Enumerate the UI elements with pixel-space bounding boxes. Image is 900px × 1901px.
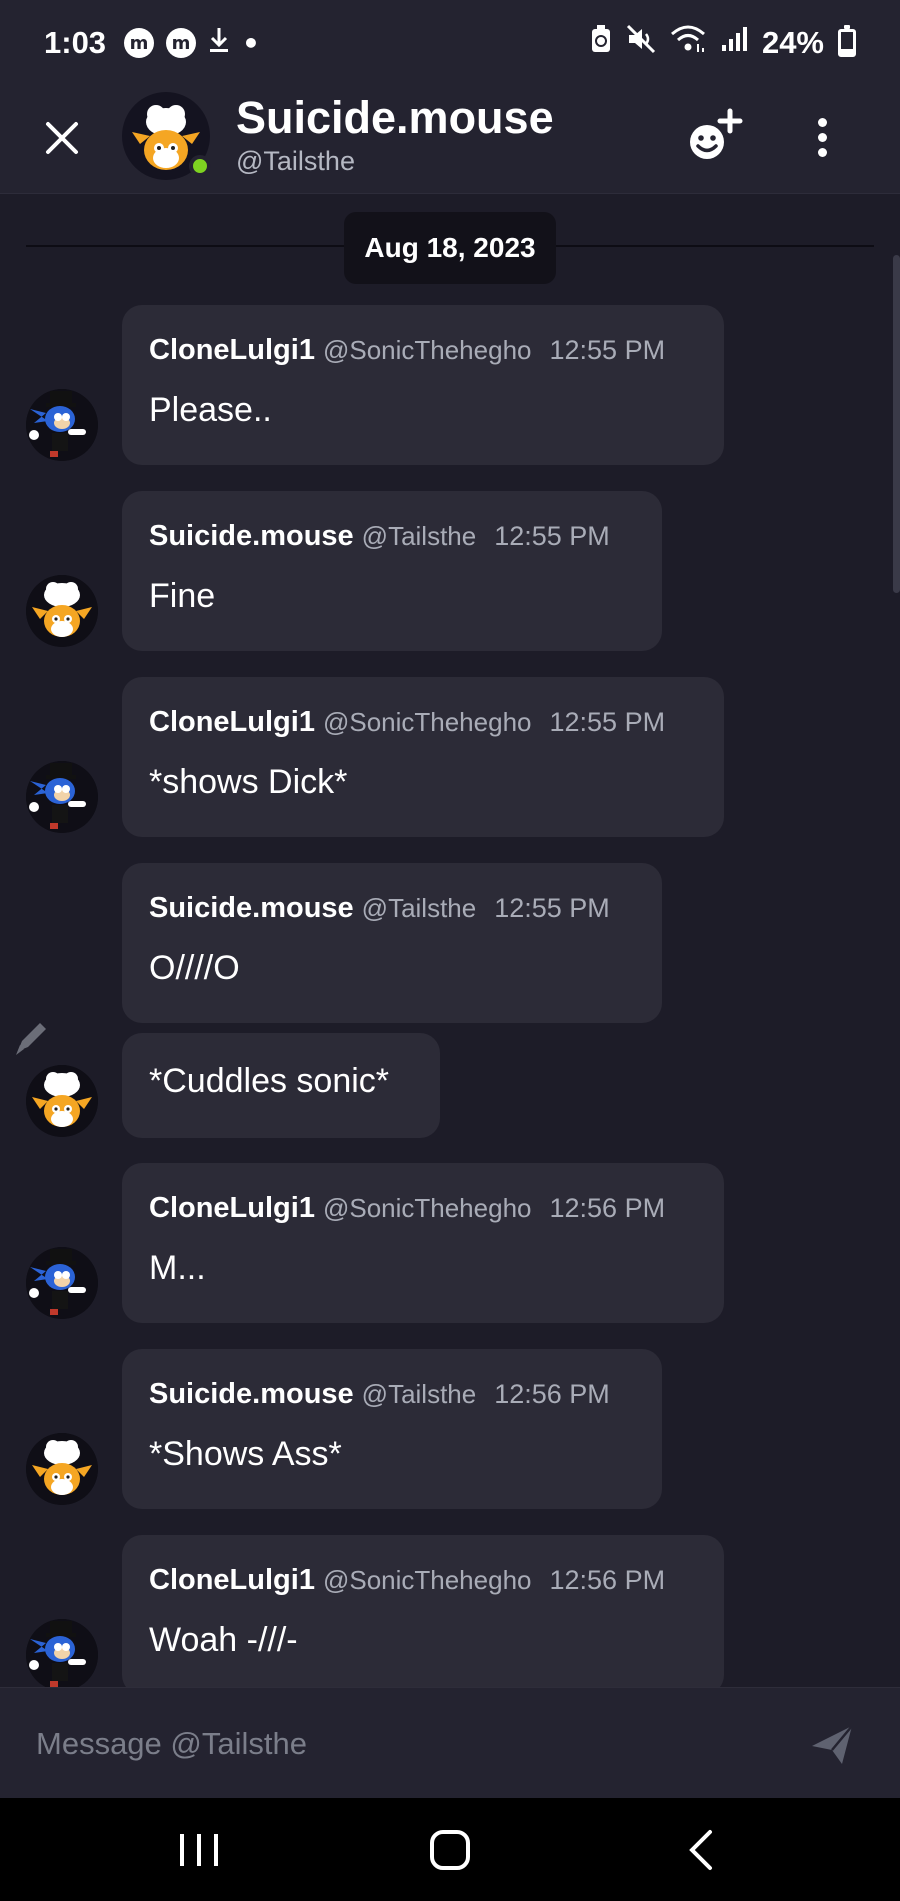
dm-title: Suicide.mouse [236,92,554,143]
battery-saver-icon [590,24,612,62]
download-icon [208,26,230,61]
avatar[interactable] [26,575,98,647]
message-row[interactable]: Suicide.mouse @Tailsthe 12:55 PM O////O [0,863,900,1023]
avatar[interactable] [26,1433,98,1505]
avatar[interactable] [26,1619,98,1687]
message-author[interactable]: CloneLulgi1 [149,1192,315,1224]
back-icon [689,1830,712,1870]
message-text: M... [149,1249,206,1287]
avatar[interactable] [26,389,98,461]
recent-apps-button[interactable] [176,1830,222,1870]
dm-header: Suicide.mouse @Tailsthe [0,86,900,194]
message-handle: @Tailsthe [361,893,477,923]
close-icon [46,122,78,154]
message-handle: @SonicThehegho [322,335,532,365]
message-list[interactable]: Aug 18, 2023 CloneLulgi1 @SonicThehegho 12… [0,195,900,1687]
system-nav-bar [0,1798,900,1901]
mute-icon [626,24,656,62]
message-bubble[interactable]: Suicide.mouse @Tailsthe 12:55 PM Fine [122,491,662,651]
message-author[interactable]: Suicide.mouse [149,1378,354,1410]
message-author[interactable]: CloneLulgi1 [149,1564,315,1596]
message-text: Woah -///- [149,1621,298,1659]
avatar[interactable] [26,761,98,833]
signal-icon [720,25,748,61]
recents-icon [180,1834,218,1866]
message-text: *Cuddles sonic* [149,1062,390,1100]
status-bar: 1:03 m m • 24% [0,0,900,86]
message-bubble[interactable]: Suicide.mouse @Tailsthe 12:56 PM *Shows As… [122,1349,662,1509]
message-text: *Shows Ass* [149,1435,342,1473]
message-time: 12:56 PM [494,1379,610,1409]
message-handle: @Tailsthe [361,521,477,551]
add-friend-button[interactable] [683,106,745,168]
m-app-icon: m [124,28,155,58]
battery-percent: 24% [761,25,824,60]
avatar[interactable] [26,1065,98,1137]
message-row[interactable]: *Cuddles sonic* [0,1033,900,1138]
avatar[interactable] [26,1247,98,1319]
pencil-icon[interactable] [10,1015,54,1059]
message-row[interactable]: Suicide.mouse @Tailsthe 12:56 PM *Shows As… [0,1349,900,1509]
online-status-dot [189,155,211,177]
message-bubble[interactable]: Suicide.mouse @Tailsthe 12:55 PM O////O [122,863,662,1023]
message-bubble[interactable]: CloneLulgi1 @SonicThehegho 12:55 PM *shows… [122,677,724,837]
back-button[interactable] [682,1828,722,1872]
battery-icon [838,25,856,57]
message-time: 12:55 PM [494,893,610,923]
send-icon [812,1725,853,1764]
m-app-icon: m [166,28,197,58]
message-author[interactable]: CloneLulgi1 [149,334,315,366]
message-author[interactable]: Suicide.mouse [149,892,354,924]
message-handle: @SonicThehegho [322,1565,532,1595]
message-time: 12:55 PM [494,521,610,551]
more-dots-icon [817,117,827,127]
message-time: 12:56 PM [549,1193,666,1223]
message-time: 12:56 PM [549,1565,666,1595]
notification-dot: • [242,26,260,60]
message-bubble[interactable]: CloneLulgi1 @SonicThehegho 12:56 PM Woah -… [122,1535,724,1687]
message-handle: @SonicThehegho [322,1193,532,1223]
send-button[interactable] [808,1720,858,1770]
message-row[interactable]: CloneLulgi1 @SonicThehegho 12:56 PM M... [0,1163,900,1323]
message-author[interactable]: Suicide.mouse [149,520,354,552]
close-button[interactable] [36,112,88,164]
message-row[interactable]: CloneLulgi1 @SonicThehegho 12:55 PM *shows… [0,677,900,837]
message-time: 12:55 PM [549,707,666,737]
message-text: *shows Dick* [149,763,348,801]
more-options-button[interactable] [800,106,844,168]
message-text: O////O [149,949,240,987]
message-composer [0,1687,900,1798]
status-time: 1:03 [44,25,107,60]
add-emoji-icon [690,108,743,159]
message-handle: @Tailsthe [361,1379,477,1409]
message-author[interactable]: CloneLulgi1 [149,706,315,738]
message-bubble[interactable]: CloneLulgi1 @SonicThehegho 12:56 PM M... [122,1163,724,1323]
message-input[interactable] [36,1716,776,1772]
date-divider: Aug 18, 2023 [344,212,556,284]
wifi-icon [670,24,706,62]
message-time: 12:55 PM [549,335,666,365]
home-icon [430,1830,470,1870]
message-row[interactable]: CloneLulgi1 @SonicThehegho 12:55 PM Please… [0,305,900,465]
message-handle: @SonicThehegho [322,707,532,737]
message-bubble[interactable]: CloneLulgi1 @SonicThehegho 12:55 PM Please… [122,305,724,465]
message-bubble[interactable]: *Cuddles sonic* [122,1033,440,1138]
message-text: Fine [149,577,216,615]
message-text: Please.. [149,391,272,429]
message-row[interactable]: CloneLulgi1 @SonicThehegho 12:56 PM Woah -… [0,1535,900,1687]
home-button[interactable] [428,1828,472,1872]
message-row[interactable]: Suicide.mouse @Tailsthe 12:55 PM Fine [0,491,900,651]
dm-handle: @Tailsthe [236,146,355,176]
